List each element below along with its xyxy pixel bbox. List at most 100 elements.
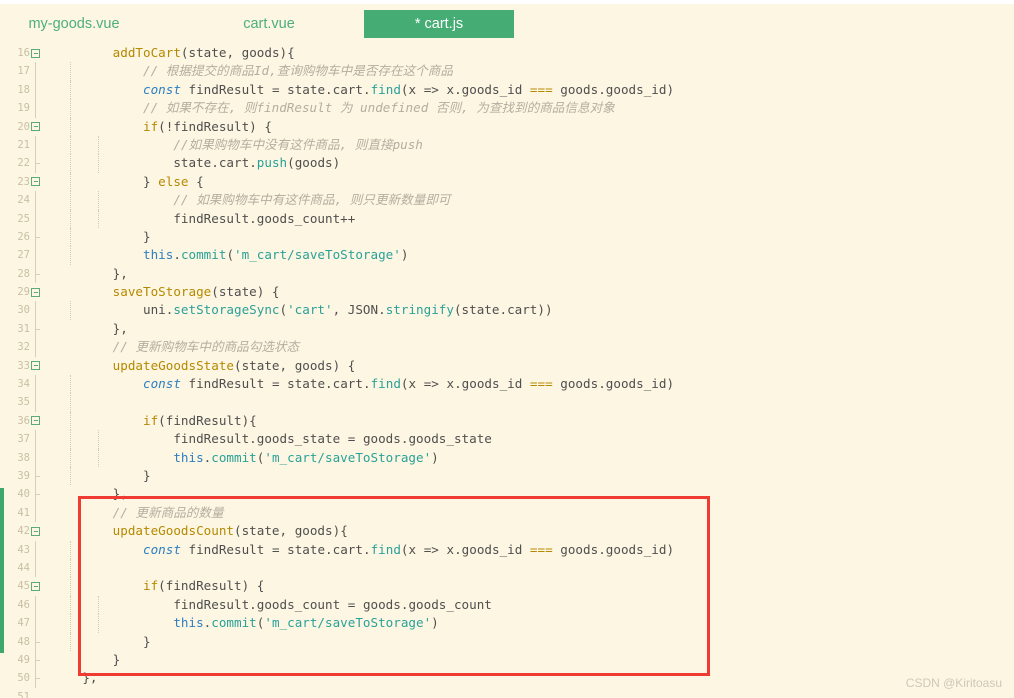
code-line[interactable]: 16 addToCart(state, goods){ [0,44,1014,62]
line-number: 36 [17,414,30,427]
code-line[interactable]: 49 } [0,650,1014,670]
code-text[interactable]: const findResult = state.cart.find(x => … [52,81,674,99]
line-number: 31 [17,322,30,335]
code-text[interactable]: findResult.goods_count = goods.goods_cou… [52,596,492,614]
editor-code-pane[interactable]: 16 addToCart(state, goods){17 // 根据提交的商品… [0,44,1014,698]
fold-region-end [35,264,40,284]
code-text[interactable]: // 更新商品的数量 [52,504,224,522]
fold-collapse-icon[interactable] [31,361,40,371]
code-editor-window: my-goods.vue cart.vue * cart.js 16 addToCa… [0,0,1014,698]
code-text[interactable]: saveToStorage(state) { [52,283,280,301]
code-text[interactable]: // 如果购物车中有这件商品, 则只更新数量即可 [52,191,450,209]
code-text[interactable]: this.commit('m_cart/saveToStorage') [52,449,438,467]
code-text[interactable]: //如果购物车中没有这件商品, 则直接push [52,136,423,154]
fold-collapse-icon[interactable] [31,526,40,536]
code-line[interactable]: 50 }, [0,669,1014,688]
code-text[interactable]: // 如果不存在, 则findResult 为 undefined 否则, 为查… [52,99,615,117]
code-line[interactable]: 42 updateGoodsCount(state, goods){ [0,522,1014,540]
code-text[interactable]: // 更新购物车中的商品勾选状态 [52,338,299,356]
fold-region-end [35,669,40,688]
code-text[interactable]: this.commit('m_cart/saveToStorage') [52,246,408,264]
code-line[interactable]: 41 // 更新商品的数量 [0,503,1014,523]
code-line[interactable]: 51 [0,688,1014,698]
code-line[interactable]: 24 // 如果购物车中有这件商品, 则只更新数量即可 [0,191,1014,210]
code-line[interactable]: 40 }, [0,485,1014,504]
code-line[interactable]: 22 state.cart.push(goods) [0,154,1014,173]
code-text[interactable]: }, [52,485,128,503]
code-line[interactable]: 27 this.commit('m_cart/saveToStorage') [0,246,1014,265]
code-line[interactable]: 47 this.commit('m_cart/saveToStorage') [0,614,1014,633]
code-line[interactable]: 44 [0,558,1014,578]
fold-region-end [35,650,40,670]
code-line[interactable]: 17 // 根据提交的商品Id,查询购物车中是否存在这个商品 [0,62,1014,81]
fold-collapse-icon[interactable] [31,122,40,132]
code-text[interactable]: const findResult = state.cart.find(x => … [52,375,674,393]
code-text[interactable]: } else { [52,173,204,191]
fold-collapse-icon[interactable] [31,48,40,58]
code-line[interactable]: 32 // 更新购物车中的商品勾选状态 [0,338,1014,357]
code-line[interactable]: 28 }, [0,264,1014,284]
code-text[interactable]: const findResult = state.cart.find(x => … [52,541,674,559]
code-text[interactable]: }, [52,669,97,687]
code-text[interactable]: updateGoodsState(state, goods) { [52,357,356,375]
code-text[interactable]: if(!findResult) { [52,118,272,136]
code-line[interactable]: 34 const findResult = state.cart.find(x … [0,375,1014,394]
line-number: 29 [17,286,30,299]
code-line[interactable]: 35 [0,393,1014,412]
code-line[interactable]: 23 } else { [0,172,1014,192]
code-line[interactable]: 39 } [0,466,1014,486]
code-text[interactable]: this.commit('m_cart/saveToStorage') [52,614,438,632]
code-line[interactable]: 26 } [0,227,1014,247]
code-text[interactable]: } [52,633,151,651]
code-line[interactable]: 18 const findResult = state.cart.find(x … [0,80,1014,100]
editor-tab-mygoods.vue[interactable]: my-goods.vue [0,4,148,44]
fold-region-line [35,301,36,320]
fold-collapse-icon[interactable] [31,287,40,297]
fold-region-line [35,338,36,357]
code-line[interactable]: 38 this.commit('m_cart/saveToStorage') [0,448,1014,467]
code-line[interactable]: 48 } [0,632,1014,651]
code-text[interactable]: // 根据提交的商品Id,查询购物车中是否存在这个商品 [52,62,453,80]
code-text[interactable]: if(findResult) { [52,577,264,595]
code-lines-container[interactable]: 16 addToCart(state, goods){17 // 根据提交的商品… [0,44,1014,698]
fold-region-line [35,558,36,578]
editor-tab-cart.vue[interactable]: cart.vue [196,4,342,44]
code-line[interactable]: 46 findResult.goods_count = goods.goods_… [0,595,1014,615]
code-text[interactable]: updateGoodsCount(state, goods){ [52,522,348,540]
code-line[interactable]: 30 uni.setStorageSync('cart', JSON.strin… [0,301,1014,320]
code-line[interactable]: 37 findResult.goods_state = goods.goods_… [0,430,1014,449]
code-line[interactable]: 33 updateGoodsState(state, goods) { [0,357,1014,375]
code-text[interactable]: addToCart(state, goods){ [52,44,295,62]
line-number: 18 [17,83,30,96]
code-text[interactable]: } [52,228,151,246]
code-line[interactable]: 45 if(findResult) { [0,577,1014,596]
editor-tab-cart.js[interactable]: * cart.js [364,10,514,38]
fold-collapse-icon[interactable] [31,581,40,591]
code-text[interactable]: }, [52,265,128,283]
code-text[interactable]: uni.setStorageSync('cart', JSON.stringif… [52,301,553,319]
code-text[interactable]: } [52,651,121,669]
code-text[interactable]: state.cart.push(goods) [52,154,340,172]
code-line[interactable]: 19 // 如果不存在, 则findResult 为 undefined 否则,… [0,99,1014,118]
code-text[interactable]: findResult.goods_count++ [52,210,355,228]
editor-tab-bar[interactable]: my-goods.vue cart.vue * cart.js [0,4,1014,44]
code-text[interactable]: if(findResult){ [52,412,257,430]
line-number: 21 [17,138,30,151]
line-number: 17 [17,65,30,78]
code-text[interactable]: }, [52,320,128,338]
code-line[interactable]: 20 if(!findResult) { [0,117,1014,136]
code-line[interactable]: 29 saveToStorage(state) { [0,283,1014,301]
line-number: 37 [17,433,30,446]
code-text[interactable]: } [52,467,151,485]
fold-collapse-icon[interactable] [31,416,40,426]
code-line[interactable]: 21 //如果购物车中没有这件商品, 则直接push [0,135,1014,155]
line-number: 46 [17,598,30,611]
fold-collapse-icon[interactable] [31,177,40,187]
code-line[interactable]: 43 const findResult = state.cart.find(x … [0,540,1014,559]
line-number: 26 [17,230,30,243]
code-text[interactable]: findResult.goods_state = goods.goods_sta… [52,430,492,448]
code-line[interactable]: 31 }, [0,319,1014,339]
fold-region-line [35,614,36,633]
code-line[interactable]: 36 if(findResult){ [0,411,1014,431]
code-line[interactable]: 25 findResult.goods_count++ [0,209,1014,228]
